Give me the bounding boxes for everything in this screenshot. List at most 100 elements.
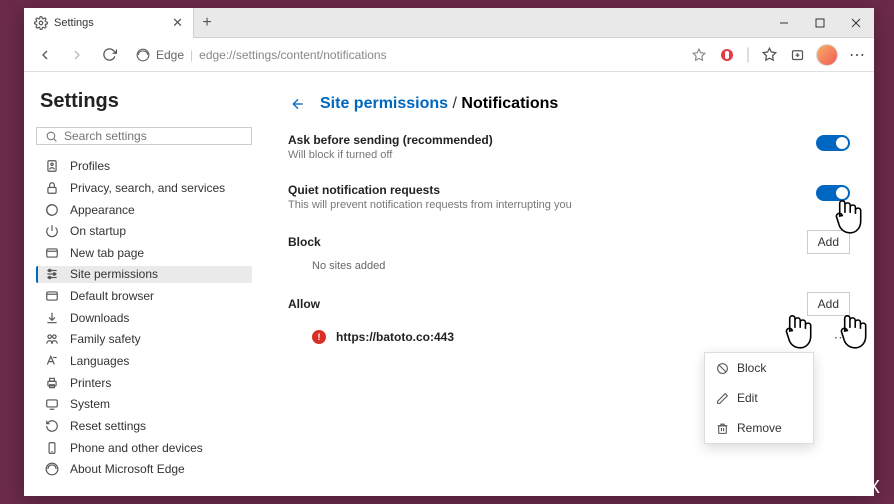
sidebar-item-label: Site permissions: [70, 267, 158, 281]
default-icon: [44, 288, 60, 304]
search-icon: [45, 130, 58, 143]
minimize-button[interactable]: [766, 8, 802, 38]
address-bar[interactable]: Edge | edge://settings/content/notificat…: [128, 42, 684, 68]
context-block-item[interactable]: Block: [705, 353, 813, 383]
sidebar-item-label: On startup: [70, 224, 126, 238]
gear-icon: [34, 16, 48, 30]
new-tab-button[interactable]: +: [194, 10, 220, 36]
allow-add-button[interactable]: Add: [807, 292, 850, 316]
about-icon: [44, 461, 60, 477]
adblock-icon[interactable]: [718, 46, 736, 64]
sidebar-item-newtab[interactable]: New tab page: [36, 244, 252, 262]
address-brand: Edge: [156, 48, 184, 62]
titlebar: Settings ✕ +: [24, 8, 874, 38]
collections-icon[interactable]: [788, 46, 806, 64]
ask-before-sending-toggle[interactable]: [816, 135, 850, 151]
sidebar-item-printers[interactable]: Printers: [36, 374, 252, 392]
sidebar-item-label: New tab page: [70, 246, 144, 260]
settings-sidebar: Settings Profiles Privacy, search, and s…: [24, 72, 264, 496]
lock-icon: [44, 180, 60, 196]
browser-toolbar: Edge | edge://settings/content/notificat…: [24, 38, 874, 72]
breadcrumb-current: Notifications: [461, 95, 558, 112]
sidebar-item-family[interactable]: Family safety: [36, 331, 252, 349]
close-tab-icon[interactable]: ✕: [172, 15, 183, 31]
reload-button[interactable]: [96, 42, 122, 68]
breadcrumb-back-icon[interactable]: [288, 94, 308, 114]
sidebar-item-phone[interactable]: Phone and other devices: [36, 439, 252, 457]
breadcrumb-link[interactable]: Site permissions: [320, 95, 448, 112]
site-more-button[interactable]: ⋯: [832, 328, 850, 346]
sidebar-item-label: Family safety: [70, 332, 141, 346]
tab-title: Settings: [54, 17, 166, 29]
block-add-button[interactable]: Add: [807, 230, 850, 254]
sidebar-item-profiles[interactable]: Profiles: [36, 157, 252, 175]
sidebar-item-label: Languages: [70, 354, 129, 368]
sidebar-item-label: Phone and other devices: [70, 441, 203, 455]
search-input[interactable]: [64, 129, 243, 143]
sidebar-item-label: Appearance: [70, 203, 135, 217]
maximize-button[interactable]: [802, 8, 838, 38]
search-settings-box[interactable]: [36, 127, 252, 145]
sidebar-item-about[interactable]: About Microsoft Edge: [36, 460, 252, 478]
edit-icon: [715, 391, 729, 405]
language-icon: [44, 353, 60, 369]
reset-icon: [44, 418, 60, 434]
sidebar-item-sitepermissions[interactable]: Site permissions: [36, 266, 252, 284]
power-icon: [44, 223, 60, 239]
context-edit-item[interactable]: Edit: [705, 383, 813, 413]
watermark: UGETFIX: [790, 477, 882, 498]
printer-icon: [44, 375, 60, 391]
sidebar-item-downloads[interactable]: Downloads: [36, 309, 252, 327]
appearance-icon: [44, 202, 60, 218]
sidebar-item-label: Printers: [70, 376, 111, 390]
site-context-menu: Block Edit Remove: [704, 352, 814, 444]
sidebar-item-system[interactable]: System: [36, 396, 252, 414]
allow-heading: Allow: [288, 297, 320, 311]
address-url: edge://settings/content/notifications: [199, 48, 386, 62]
permissions-icon: [44, 266, 60, 282]
block-empty-text: No sites added: [312, 260, 850, 272]
ask-before-sending-sub: Will block if turned off: [288, 149, 804, 161]
sidebar-item-label: Reset settings: [70, 419, 146, 433]
allow-site-url: https://batoto.co:443: [336, 330, 822, 344]
download-icon: [44, 310, 60, 326]
allow-site-row: ! https://batoto.co:443 ⋯: [288, 322, 850, 352]
quiet-requests-title: Quiet notification requests: [288, 183, 804, 197]
remove-icon: [715, 421, 729, 435]
profile-avatar[interactable]: [816, 44, 838, 66]
ask-before-sending-title: Ask before sending (recommended): [288, 133, 804, 147]
sidebar-item-onstartup[interactable]: On startup: [36, 222, 252, 240]
sidebar-item-defaultbrowser[interactable]: Default browser: [36, 287, 252, 305]
edge-icon: [136, 48, 150, 62]
settings-heading: Settings: [36, 90, 252, 113]
sidebar-item-privacy[interactable]: Privacy, search, and services: [36, 179, 252, 197]
family-icon: [44, 331, 60, 347]
context-remove-item[interactable]: Remove: [705, 413, 813, 443]
sidebar-item-label: Downloads: [70, 311, 129, 325]
phone-icon: [44, 440, 60, 456]
sidebar-item-label: About Microsoft Edge: [70, 462, 185, 476]
close-window-button[interactable]: [838, 8, 874, 38]
block-heading: Block: [288, 235, 321, 249]
favorites-icon[interactable]: [760, 46, 778, 64]
more-menu-icon[interactable]: ⋯: [848, 46, 866, 64]
sidebar-item-appearance[interactable]: Appearance: [36, 201, 252, 219]
read-aloud-icon[interactable]: [690, 46, 708, 64]
main-panel: Site permissions / Notifications Ask bef…: [264, 72, 874, 496]
sidebar-item-label: Default browser: [70, 289, 154, 303]
forward-button[interactable]: [64, 42, 90, 68]
block-icon: [715, 361, 729, 375]
system-icon: [44, 396, 60, 412]
newtab-icon: [44, 245, 60, 261]
sidebar-item-languages[interactable]: Languages: [36, 352, 252, 370]
sidebar-item-label: System: [70, 397, 110, 411]
browser-tab[interactable]: Settings ✕: [24, 8, 194, 38]
sidebar-item-reset[interactable]: Reset settings: [36, 417, 252, 435]
sidebar-item-label: Profiles: [70, 159, 110, 173]
back-button[interactable]: [32, 42, 58, 68]
profile-icon: [44, 158, 60, 174]
quiet-requests-toggle[interactable]: [816, 185, 850, 201]
site-favicon-icon: !: [312, 330, 326, 344]
breadcrumb: Site permissions / Notifications: [288, 94, 850, 114]
quiet-requests-sub: This will prevent notification requests …: [288, 199, 804, 211]
